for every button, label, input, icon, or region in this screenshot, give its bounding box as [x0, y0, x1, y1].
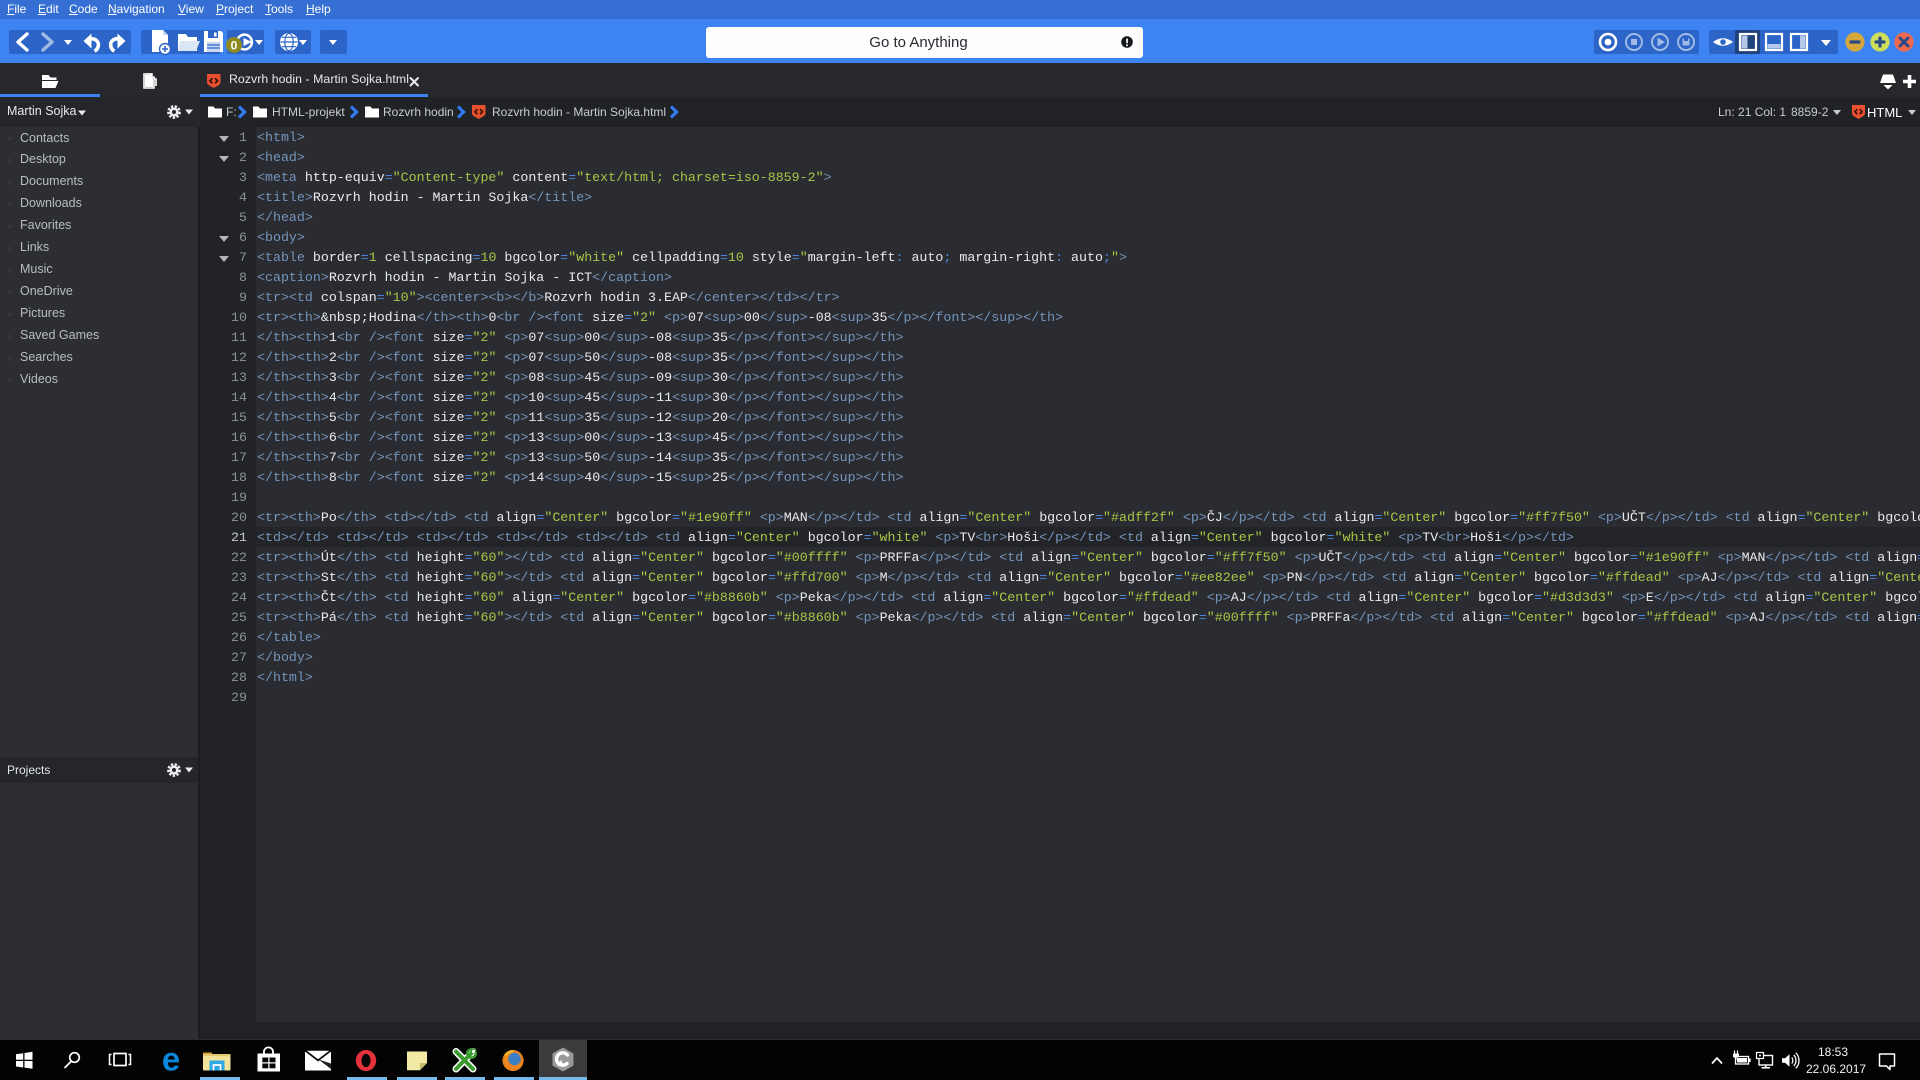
svg-text:e: e: [162, 1041, 180, 1078]
svg-text:0: 0: [231, 39, 238, 53]
